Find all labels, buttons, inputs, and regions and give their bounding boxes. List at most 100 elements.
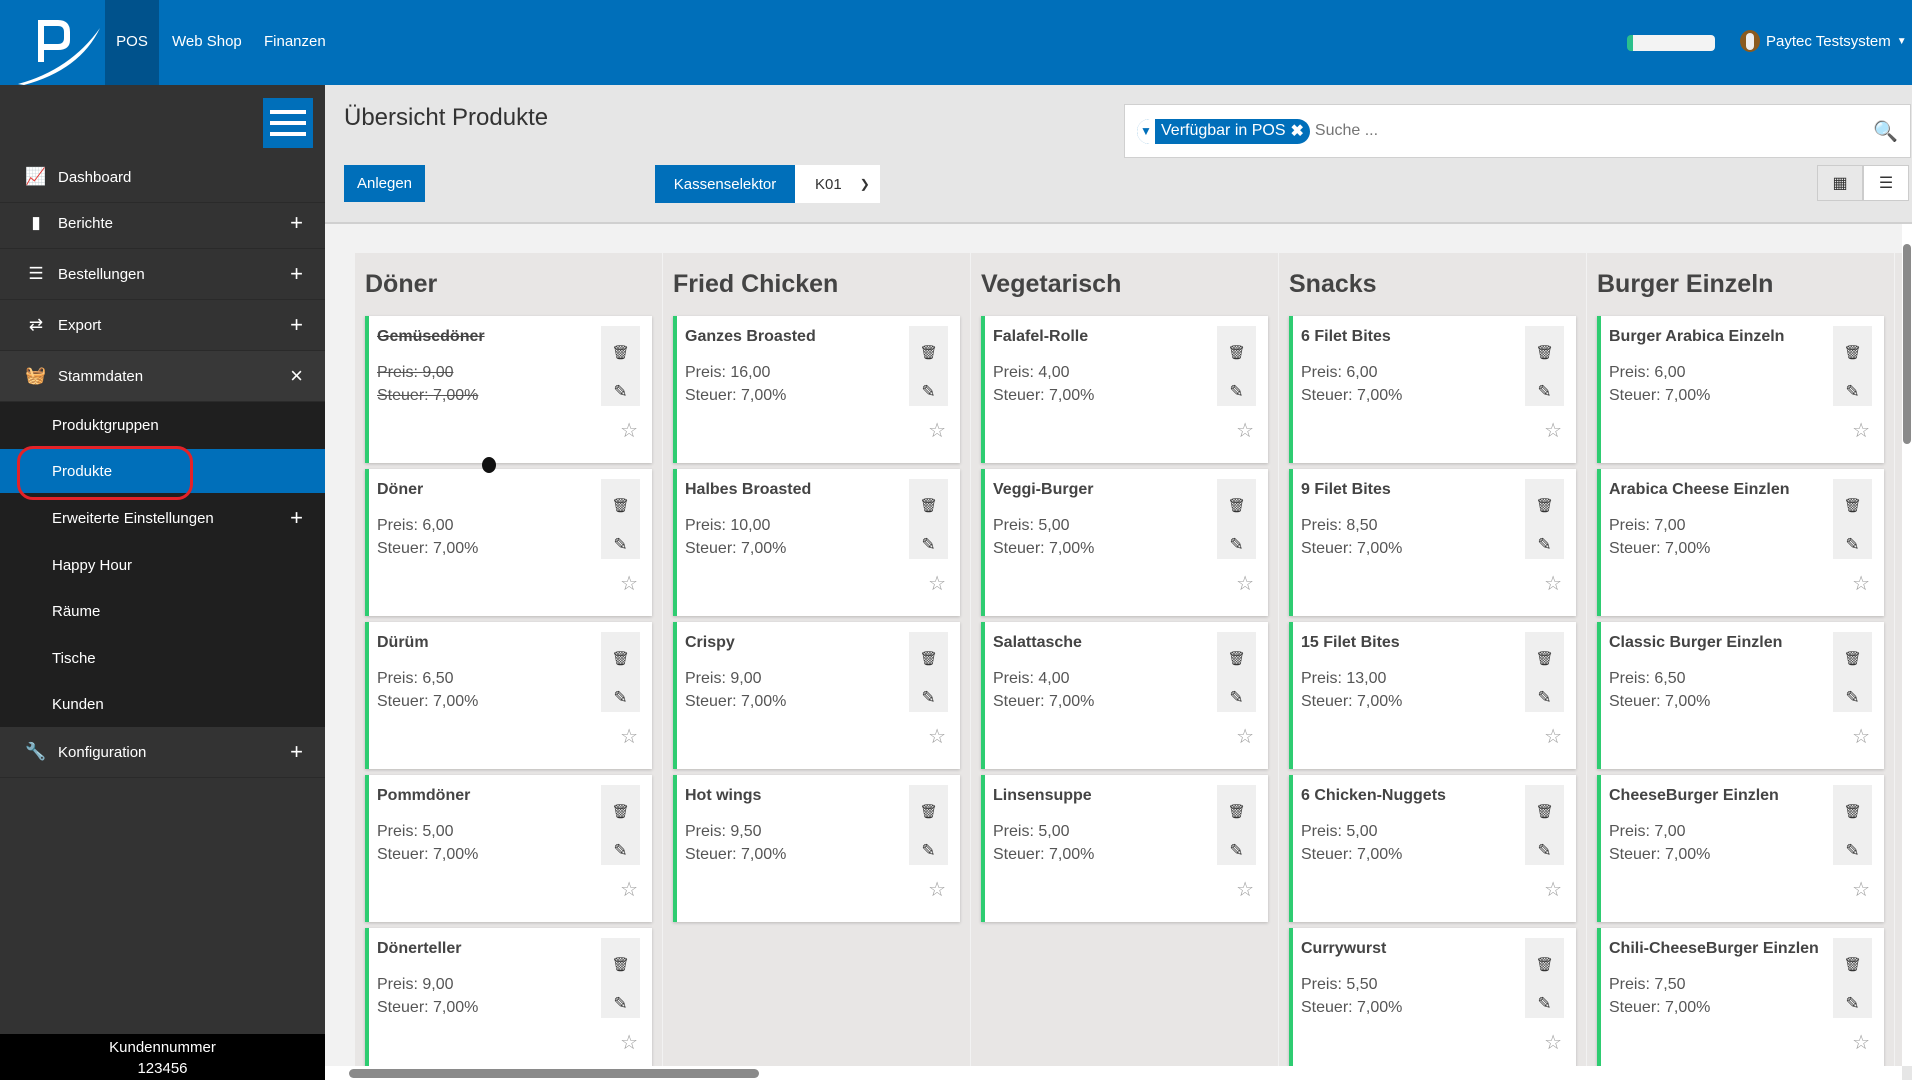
scrollbar-thumb[interactable] bbox=[349, 1069, 759, 1078]
product-card[interactable]: Linsensuppe Preis: 5,00 Steuer: 7,00% 🗑 ✎ ☆ bbox=[981, 775, 1268, 922]
star-icon[interactable]: ☆ bbox=[1852, 877, 1870, 902]
star-icon[interactable]: ☆ bbox=[928, 571, 946, 596]
sidebar-item-dashboard[interactable]: 📈 Dashboard bbox=[0, 152, 325, 203]
edit-icon[interactable]: ✎ bbox=[601, 382, 640, 402]
product-card[interactable]: Ganzes Broasted Preis: 16,00 Steuer: 7,00%… bbox=[673, 316, 960, 463]
sidebar-subitem-kunden[interactable]: Kunden bbox=[0, 681, 325, 727]
edit-icon[interactable]: ✎ bbox=[601, 994, 640, 1014]
star-icon[interactable]: ☆ bbox=[1544, 418, 1562, 443]
vertical-scrollbar[interactable] bbox=[1902, 224, 1912, 1066]
product-card[interactable]: 15 Filet Bites Preis: 13,00 Steuer: 7,00% 🗑… bbox=[1289, 622, 1576, 769]
product-card[interactable]: 6 Chicken-Nuggets Preis: 5,00 Steuer: 7,00… bbox=[1289, 775, 1576, 922]
trash-icon[interactable]: 🗑 bbox=[1217, 344, 1256, 361]
trash-icon[interactable]: 🗑 bbox=[601, 344, 640, 361]
trash-icon[interactable]: 🗑 bbox=[909, 497, 948, 514]
edit-icon[interactable]: ✎ bbox=[1525, 382, 1564, 402]
trash-icon[interactable]: 🗑 bbox=[1833, 344, 1872, 361]
register-select[interactable]: K01 ❯ bbox=[795, 165, 880, 203]
edit-icon[interactable]: ✎ bbox=[1833, 535, 1872, 555]
sidebar-subitem-happy-hour[interactable]: Happy Hour bbox=[0, 543, 325, 588]
grid-view-button[interactable]: ▦ bbox=[1817, 165, 1863, 201]
trash-icon[interactable]: 🗑 bbox=[1833, 650, 1872, 667]
product-card[interactable]: CheeseBurger Einzlen Preis: 7,00 Steuer: 7… bbox=[1597, 775, 1884, 922]
trash-icon[interactable]: 🗑 bbox=[909, 650, 948, 667]
sidebar-item-export[interactable]: ⇄ Export + bbox=[0, 300, 325, 351]
trash-icon[interactable]: 🗑 bbox=[1217, 650, 1256, 667]
edit-icon[interactable]: ✎ bbox=[601, 841, 640, 861]
sidebar-subitem-erweiterte-einstellungen[interactable]: Erweiterte Einstellungen + bbox=[0, 493, 325, 543]
edit-icon[interactable]: ✎ bbox=[1525, 994, 1564, 1014]
product-card[interactable]: Falafel-Rolle Preis: 4,00 Steuer: 7,00% 🗑 ✎ ☆ bbox=[981, 316, 1268, 463]
trash-icon[interactable]: 🗑 bbox=[1525, 803, 1564, 820]
trash-icon[interactable]: 🗑 bbox=[1217, 497, 1256, 514]
nav-tab-web-shop[interactable]: Web Shop bbox=[160, 0, 254, 85]
star-icon[interactable]: ☆ bbox=[620, 877, 638, 902]
edit-icon[interactable]: ✎ bbox=[1833, 841, 1872, 861]
trash-icon[interactable]: 🗑 bbox=[601, 497, 640, 514]
trash-icon[interactable]: 🗑 bbox=[601, 956, 640, 973]
trash-icon[interactable]: 🗑 bbox=[1525, 497, 1564, 514]
product-card[interactable]: Hot wings Preis: 9,50 Steuer: 7,00% 🗑 ✎ ☆ bbox=[673, 775, 960, 922]
trash-icon[interactable]: 🗑 bbox=[909, 344, 948, 361]
menu-toggle-button[interactable] bbox=[263, 98, 313, 148]
edit-icon[interactable]: ✎ bbox=[1525, 841, 1564, 861]
trash-icon[interactable]: 🗑 bbox=[1217, 803, 1256, 820]
trash-icon[interactable]: 🗑 bbox=[1833, 497, 1872, 514]
scrollbar-thumb[interactable] bbox=[1903, 244, 1911, 444]
product-card[interactable]: Halbes Broasted Preis: 10,00 Steuer: 7,00%… bbox=[673, 469, 960, 616]
create-button[interactable]: Anlegen bbox=[344, 165, 425, 202]
product-card[interactable]: Pommdöner Preis: 5,00 Steuer: 7,00% 🗑 ✎ ☆ bbox=[365, 775, 652, 922]
sidebar-item-stammdaten[interactable]: 🧺 Stammdaten × bbox=[0, 351, 325, 402]
edit-icon[interactable]: ✎ bbox=[1833, 382, 1872, 402]
star-icon[interactable]: ☆ bbox=[1852, 1030, 1870, 1055]
edit-icon[interactable]: ✎ bbox=[1833, 994, 1872, 1014]
nav-tab-pos[interactable]: POS bbox=[105, 0, 159, 85]
star-icon[interactable]: ☆ bbox=[1852, 418, 1870, 443]
search-input[interactable] bbox=[1314, 122, 1815, 140]
star-icon[interactable]: ☆ bbox=[928, 877, 946, 902]
product-card[interactable]: 6 Filet Bites Preis: 6,00 Steuer: 7,00% 🗑 ✎ ☆ bbox=[1289, 316, 1576, 463]
trash-icon[interactable]: 🗑 bbox=[601, 803, 640, 820]
product-card[interactable]: Burger Arabica Einzeln Preis: 6,00 Steuer:… bbox=[1597, 316, 1884, 463]
filter-chip[interactable]: ▼ Verfügbar in POS ✖ bbox=[1137, 118, 1310, 144]
star-icon[interactable]: ☆ bbox=[928, 724, 946, 749]
product-card[interactable]: Veggi-Burger Preis: 5,00 Steuer: 7,00% 🗑 ✎ ☆ bbox=[981, 469, 1268, 616]
product-card[interactable]: Salattasche Preis: 4,00 Steuer: 7,00% 🗑 ✎ ☆ bbox=[981, 622, 1268, 769]
star-icon[interactable]: ☆ bbox=[928, 418, 946, 443]
expand-icon[interactable]: + bbox=[290, 505, 303, 531]
edit-icon[interactable]: ✎ bbox=[1217, 382, 1256, 402]
remove-filter-icon[interactable]: ✖ bbox=[1291, 121, 1304, 141]
trash-icon[interactable]: 🗑 bbox=[1833, 956, 1872, 973]
star-icon[interactable]: ☆ bbox=[1544, 877, 1562, 902]
expand-icon[interactable]: + bbox=[290, 210, 303, 236]
edit-icon[interactable]: ✎ bbox=[909, 535, 948, 555]
sidebar-item-bestellungen[interactable]: ☰ Bestellungen + bbox=[0, 249, 325, 300]
star-icon[interactable]: ☆ bbox=[1236, 418, 1254, 443]
product-card[interactable]: Classic Burger Einzlen Preis: 6,50 Steuer:… bbox=[1597, 622, 1884, 769]
edit-icon[interactable]: ✎ bbox=[909, 382, 948, 402]
star-icon[interactable]: ☆ bbox=[620, 418, 638, 443]
list-view-button[interactable]: ☰ bbox=[1863, 165, 1909, 201]
trash-icon[interactable]: 🗑 bbox=[601, 650, 640, 667]
zoom-search-icon[interactable]: 🔍 bbox=[1873, 119, 1898, 144]
edit-icon[interactable]: ✎ bbox=[1525, 535, 1564, 555]
edit-icon[interactable]: ✎ bbox=[1525, 688, 1564, 708]
product-card[interactable]: Gemüsedöner Preis: 9,00 Steuer: 7,00% 🗑 ✎ ☆ bbox=[365, 316, 652, 463]
horizontal-scrollbar[interactable] bbox=[325, 1066, 1902, 1080]
sidebar-item-berichte[interactable]: ▮ Berichte + bbox=[0, 198, 325, 249]
star-icon[interactable]: ☆ bbox=[620, 1030, 638, 1055]
edit-icon[interactable]: ✎ bbox=[601, 535, 640, 555]
user-menu[interactable]: Paytec Testsystem ▼ bbox=[1740, 30, 1907, 52]
edit-icon[interactable]: ✎ bbox=[1833, 688, 1872, 708]
product-card[interactable]: Chili-CheeseBurger Einzlen Preis: 7,50 Ste… bbox=[1597, 928, 1884, 1066]
edit-icon[interactable]: ✎ bbox=[601, 688, 640, 708]
product-card[interactable]: 9 Filet Bites Preis: 8,50 Steuer: 7,00% 🗑 ✎ ☆ bbox=[1289, 469, 1576, 616]
star-icon[interactable]: ☆ bbox=[620, 571, 638, 596]
sidebar-subitem-räume[interactable]: Räume bbox=[0, 588, 325, 635]
edit-icon[interactable]: ✎ bbox=[909, 841, 948, 861]
edit-icon[interactable]: ✎ bbox=[1217, 688, 1256, 708]
sidebar-item-konfiguration[interactable]: 🔧 Konfiguration + bbox=[0, 727, 325, 778]
edit-icon[interactable]: ✎ bbox=[1217, 535, 1256, 555]
star-icon[interactable]: ☆ bbox=[1544, 724, 1562, 749]
expand-icon[interactable]: + bbox=[290, 739, 303, 765]
